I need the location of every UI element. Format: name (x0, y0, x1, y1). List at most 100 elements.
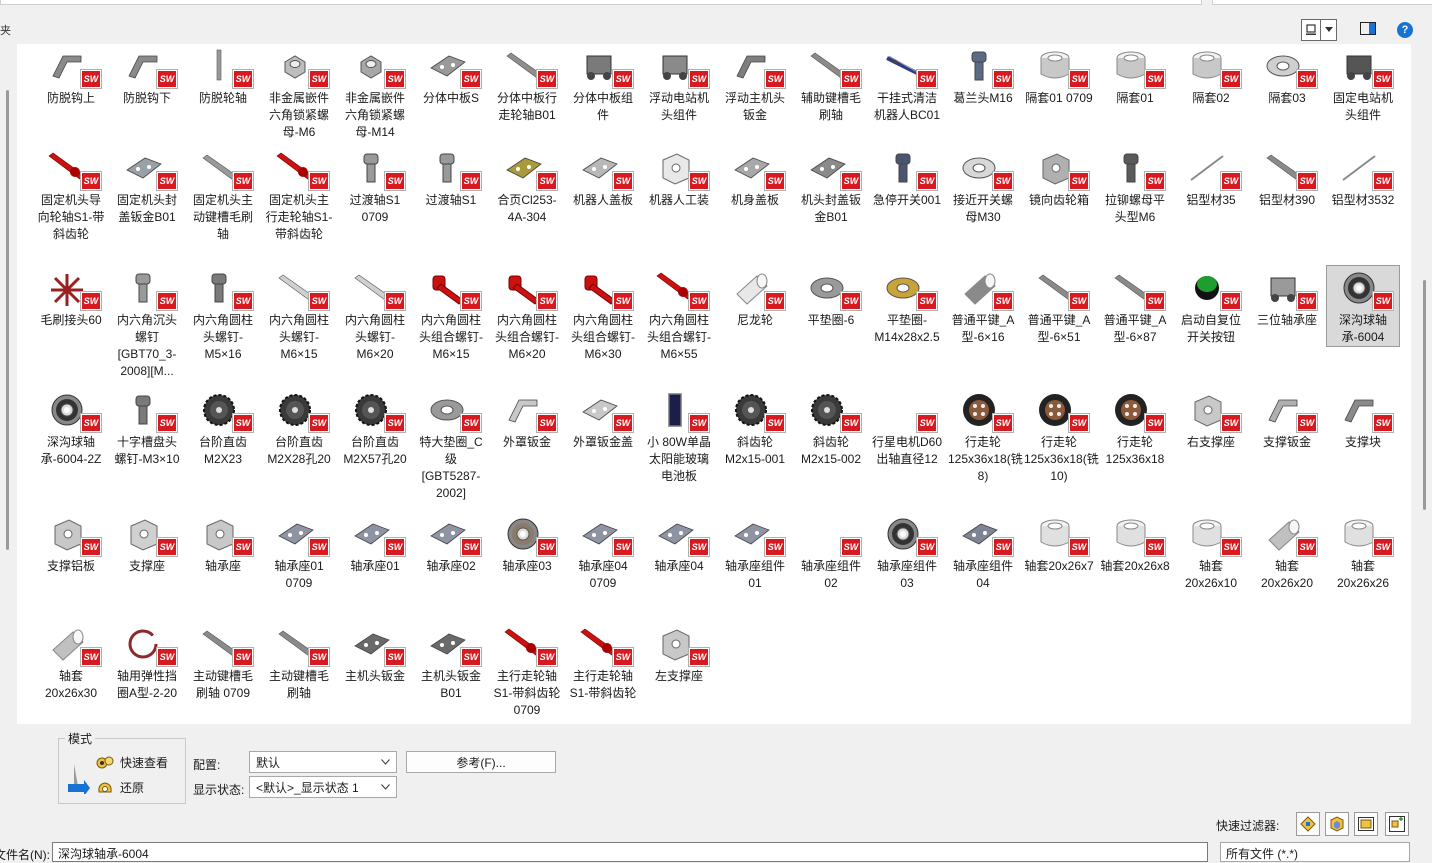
file-item[interactable]: SW 普通平键_A型-6×16 (947, 266, 1019, 346)
file-item[interactable]: SW 行星电机D60出轴直径12 (871, 388, 943, 468)
file-item[interactable]: SW 主行走轮轴S1-带斜齿轮 (567, 622, 639, 702)
file-item[interactable]: SW 深沟球轴承-6004-2Z (35, 388, 107, 468)
file-item[interactable]: SW 轴承座 (187, 512, 259, 575)
file-item[interactable]: SW 斜齿轮M2x15-001 (719, 388, 791, 468)
file-item[interactable]: SW 平垫圈-M14x28x2.5 (871, 266, 943, 346)
file-item[interactable]: SW 轴承座组件02 (795, 512, 867, 592)
file-item[interactable]: SW 行走轮125x36x18 (1099, 388, 1171, 468)
scrollbar-thumb[interactable] (1423, 280, 1426, 510)
file-item[interactable]: SW 内六角圆柱头组合螺钉-M6×55 (643, 266, 715, 363)
file-item[interactable]: SW 支撑钣金 (1251, 388, 1323, 451)
file-item[interactable]: SW 浮动电站机头组件 (643, 44, 715, 124)
file-item[interactable]: SW 轴承座组件01 (719, 512, 791, 592)
file-item[interactable]: SW 铝型材3532 (1327, 146, 1399, 209)
file-item[interactable]: SW 铝型材35 (1175, 146, 1247, 209)
file-item[interactable]: SW 内六角沉头螺钉[GBT70_3-2008][M... (111, 266, 183, 380)
file-item[interactable]: SW 机器人工装 (643, 146, 715, 209)
file-item[interactable]: SW 轴套20x26x20 (1251, 512, 1323, 592)
view-mode-dropdown[interactable] (1321, 19, 1337, 41)
file-item[interactable]: SW 普通平键_A型-6×87 (1099, 266, 1171, 346)
file-item[interactable]: SW 轴承座02 (415, 512, 487, 575)
file-item[interactable]: SW 分体中板行走轮轴B01 (491, 44, 563, 124)
file-item[interactable]: SW 台阶直齿M2X57孔20 (339, 388, 411, 468)
file-item[interactable]: SW 隔套01 0709 (1023, 44, 1095, 107)
filter-top-level-button[interactable] (1385, 812, 1409, 836)
file-item[interactable]: SW 轴承座组件03 (871, 512, 943, 592)
file-item[interactable]: SW 特大垫圈_C级[GBT5287-2002] (415, 388, 487, 502)
file-item[interactable]: SW 主动键槽毛刷轴 0709 (187, 622, 259, 702)
file-item[interactable]: SW 轴承座01 (339, 512, 411, 575)
file-item[interactable]: SW 内六角圆柱头螺钉-M6×15 (263, 266, 335, 363)
quick-view-option[interactable]: 快速查看 (96, 754, 168, 771)
file-type-select[interactable]: 所有文件 (*.*) (1220, 842, 1410, 862)
file-item[interactable]: SW 十字槽盘头螺钉-M3×10 (111, 388, 183, 468)
file-item[interactable]: SW 轴承座组件04 (947, 512, 1019, 592)
filter-parts-button[interactable] (1296, 812, 1320, 836)
file-item[interactable]: SW 机器人盖板 (567, 146, 639, 209)
file-item[interactable]: SW 轴用弹性挡圈A型-2-20 (111, 622, 183, 702)
file-item[interactable]: SW 轴套20x26x30 (35, 622, 107, 702)
file-item[interactable]: SW 急停开关001 (871, 146, 943, 209)
file-item[interactable]: SW 辅助键槽毛刷轴 (795, 44, 867, 124)
file-item[interactable]: SW 毛刷接头60 (35, 266, 107, 329)
file-item[interactable]: SW 平垫圈-6 (795, 266, 867, 329)
file-item[interactable]: SW 非金属嵌件六角锁紧螺母-M14 (339, 44, 411, 141)
file-item[interactable]: SW 台阶直齿M2X23 (187, 388, 259, 468)
file-item[interactable]: SW 过渡轴S1 0709 (339, 146, 411, 226)
file-item[interactable]: SW 轴承座03 (491, 512, 563, 575)
file-item[interactable]: SW 固定电站机头组件 (1327, 44, 1399, 124)
filter-drawings-button[interactable] (1354, 812, 1378, 836)
file-item[interactable]: SW 右支撑座 (1175, 388, 1247, 451)
file-item[interactable]: SW 台阶直齿M2X28孔20 (263, 388, 335, 468)
file-item[interactable]: SW 镜向齿轮箱 (1023, 146, 1095, 209)
file-item[interactable]: SW 轴承座01 0709 (263, 512, 335, 592)
file-item[interactable]: SW 斜齿轮M2x15-002 (795, 388, 867, 468)
file-item[interactable]: SW 固定机头主行走轮轴S1-带斜齿轮 (263, 146, 335, 243)
file-item[interactable]: SW 内六角圆柱头组合螺钉-M6×20 (491, 266, 563, 363)
file-item[interactable]: SW 行走轮125x36x18(铣10) (1023, 388, 1099, 485)
file-item[interactable]: SW 支撑块 (1327, 388, 1399, 451)
file-item[interactable]: SW 外罩钣金盖 (567, 388, 639, 451)
reference-button[interactable]: 参考(F)... (406, 751, 556, 773)
file-item[interactable]: SW 主行走轮轴S1-带斜齿轮 0709 (491, 622, 563, 719)
file-item[interactable]: SW 隔套02 (1175, 44, 1247, 107)
file-item[interactable]: SW 轴承座04 (643, 512, 715, 575)
file-item[interactable]: SW 拉铆螺母平头型M6 (1099, 146, 1171, 226)
config-select[interactable]: 默认 (249, 751, 397, 773)
file-item[interactable]: SW 主机头钣金B01 (415, 622, 487, 702)
file-item[interactable]: SW 防脱轮轴 (187, 44, 259, 107)
file-item[interactable]: SW 非金属嵌件六角锁紧螺母-M6 (263, 44, 335, 141)
file-item[interactable]: SW 启动自复位开关按钮 (1175, 266, 1247, 346)
file-item[interactable]: SW 机身盖板 (719, 146, 791, 209)
file-item[interactable]: SW 支撑座 (111, 512, 183, 575)
file-item[interactable]: SW 内六角圆柱头螺钉-M6×20 (339, 266, 411, 363)
file-item[interactable]: SW 左支撑座 (643, 622, 715, 685)
file-item[interactable]: SW 内六角圆柱头螺钉-M5×16 (187, 266, 259, 363)
file-item[interactable]: SW 轴套20x26x10 (1175, 512, 1247, 592)
file-item[interactable]: SW 外罩钣金 (491, 388, 563, 451)
file-item[interactable]: SW 轴套20x26x26 (1327, 512, 1399, 592)
file-item[interactable]: SW 防脱钩下 (111, 44, 183, 107)
file-item[interactable]: SW 内六角圆柱头组合螺钉-M6×30 (567, 266, 639, 363)
file-item[interactable]: SW 固定机头导向轮轴S1-带斜齿轮 (35, 146, 107, 243)
preview-pane-icon[interactable] (1360, 22, 1376, 35)
search-box[interactable] (1212, 0, 1432, 5)
file-item[interactable]: SW 深沟球轴承-6004 (1326, 265, 1400, 347)
view-mode-button[interactable] (1301, 19, 1321, 41)
filter-assemblies-button[interactable] (1325, 812, 1349, 836)
restore-option[interactable]: 还原 (96, 779, 144, 796)
file-item[interactable]: SW 固定机头封盖钣金B01 (111, 146, 183, 226)
file-item[interactable]: SW 合页Cl253-4A-304 (491, 146, 563, 226)
file-item[interactable]: SW 隔套03 (1251, 44, 1323, 107)
folder-tree-scrollbar[interactable] (6, 90, 9, 550)
file-item[interactable]: SW 分体中板S (415, 44, 487, 107)
file-item[interactable]: SW 轴承座04 0709 (567, 512, 639, 592)
file-item[interactable]: SW 普通平键_A型-6×51 (1023, 266, 1095, 346)
file-item[interactable]: SW 固定机头主动键槽毛刷轴 (187, 146, 259, 243)
grid-vertical-scrollbar[interactable] (1420, 44, 1430, 724)
file-item[interactable]: SW 主机头钣金 (339, 622, 411, 685)
file-item[interactable]: SW 轴套20x26x7 (1023, 512, 1095, 575)
file-item[interactable]: SW 三位轴承座 (1251, 266, 1323, 329)
file-item[interactable]: SW 防脱钩上 (35, 44, 107, 107)
file-item[interactable]: SW 内六角圆柱头组合螺钉-M6×15 (415, 266, 487, 363)
